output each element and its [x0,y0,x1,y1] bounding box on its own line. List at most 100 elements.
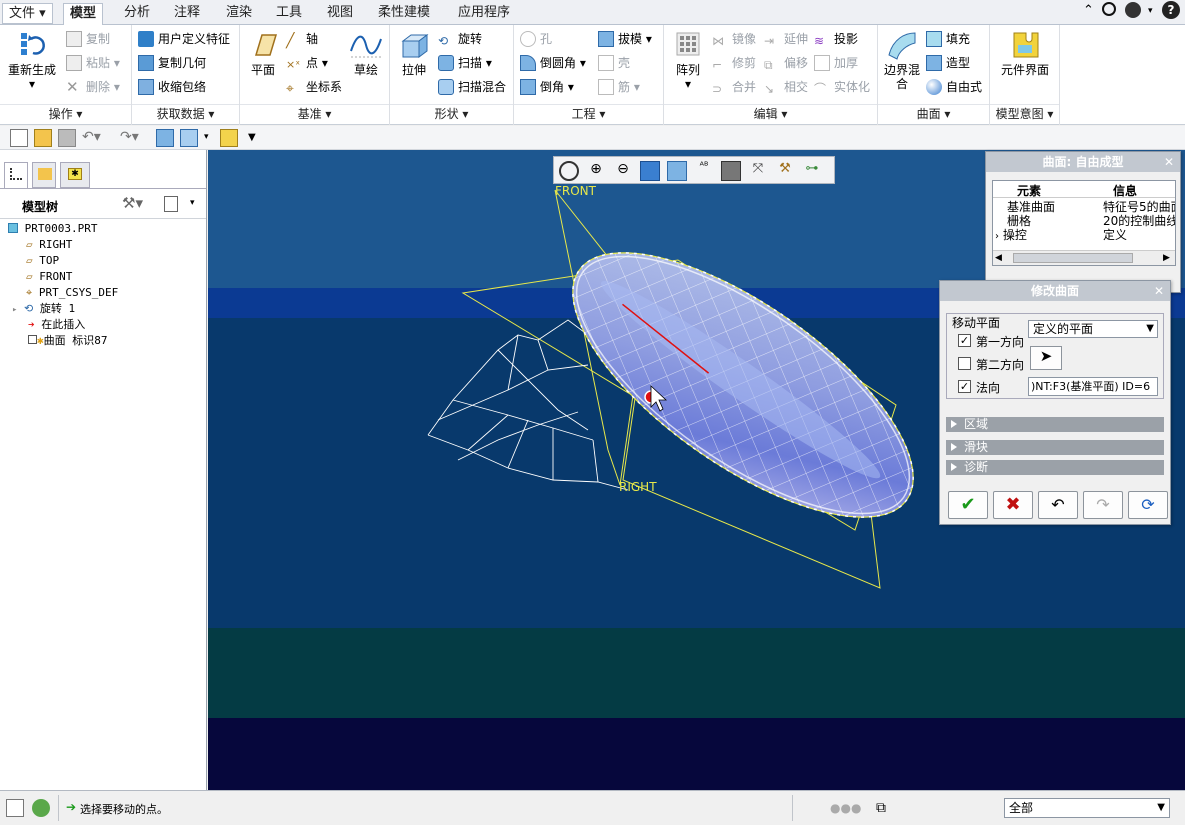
zoom-in-icon[interactable]: ⊕ [586,161,606,181]
refresh-button[interactable]: ⟳ [1128,491,1168,519]
refit-icon[interactable] [559,161,579,181]
component-interface-button[interactable]: 元件界面 [1000,29,1050,77]
group-label-datum[interactable]: 基准 ▾ [240,104,389,122]
customize-qat-icon[interactable]: ▼ [248,132,266,150]
tree-item-revolve[interactable]: ▸ ⟲ 旋转 1 [12,301,75,317]
redo-button[interactable]: ↷ [1083,491,1123,519]
close-icon[interactable]: ✕ [1164,152,1174,172]
axis-button[interactable]: ╱ 轴 [286,29,318,49]
pattern-button[interactable]: 阵列 ▾ [668,29,708,91]
normal-checkbox[interactable]: ✓ [958,380,971,393]
shell-button[interactable]: 壳 [598,53,630,73]
tree-settings-icon[interactable]: ⚒▾ [122,194,144,214]
tree-filters-icon[interactable] [164,196,178,212]
redo-icon[interactable]: ↷▾ [120,129,139,147]
group-label-surfaces[interactable]: 曲面 ▾ [878,104,989,122]
regenerate-button[interactable]: 重新生成 ▾ [6,29,58,91]
normal-reference-field[interactable]: )NT:F3(基准平面) ID=6 [1028,377,1158,396]
selection-filter-select[interactable]: 全部 ▼ [1004,798,1170,818]
model-tree-tab[interactable] [4,162,28,188]
boundary-blend-button[interactable]: 边界混合 [882,29,922,91]
tab-model[interactable]: 模型 [63,3,104,25]
hole-button[interactable]: 孔 [520,29,552,49]
sketch-button[interactable]: 草绘 [346,29,386,77]
ok-button[interactable]: ✔ [948,491,988,519]
section-diagnostics[interactable]: 诊断 [946,460,1164,475]
paste-button[interactable]: 粘贴 ▾ [66,53,120,73]
tab-applications[interactable]: 应用程序 [452,3,516,25]
tab-annotate[interactable]: 注释 [168,3,206,25]
merge-button[interactable]: ⊃ 合并 [712,77,756,97]
swept-blend-button[interactable]: 扫描混合 [438,77,506,97]
group-label-get-data[interactable]: 获取数据 ▾ [132,104,239,122]
udf-button[interactable]: 用户定义特征 [138,29,230,49]
thicken-button[interactable]: 加厚 [814,53,858,73]
datum-display-icon[interactable]: ⤧ [748,161,768,181]
display-style-icon[interactable] [667,161,687,181]
offset-button[interactable]: ⧉ 偏移 [764,53,808,73]
freestyle-button[interactable]: 自由式 [926,77,982,97]
mirror-button[interactable]: ⋈ 镜像 [712,29,756,49]
section-region[interactable]: 区域 [946,417,1164,432]
tree-item-front[interactable]: ▱ FRONT [26,269,72,285]
delete-button[interactable]: ✕ 删除 ▾ [66,77,120,97]
find-icon[interactable]: ⧉ [876,800,886,816]
cancel-button[interactable]: ✖ [993,491,1033,519]
repaint-icon[interactable] [640,161,660,181]
tab-file[interactable]: 文件 ▾ [2,3,53,24]
dir1-checkbox[interactable]: ✓ [958,334,971,347]
section-slider[interactable]: 滑块 [946,440,1164,455]
folder-browser-tab[interactable] [32,162,56,188]
collapse-icon[interactable]: ⌃ [1083,3,1094,18]
windows-icon[interactable] [180,129,198,147]
element-row[interactable]: › 操控 [995,226,1027,243]
tree-item-part[interactable]: PRT0003.PRT [8,221,97,237]
tree-item-insert-here[interactable]: ➔ 在此插入 [28,317,85,333]
close-window-icon[interactable] [220,129,238,147]
undo-icon[interactable]: ↶▾ [82,129,101,147]
csys-button[interactable]: ⌖ 坐标系 [286,77,342,97]
tree-filters-dropdown-icon[interactable]: ▾ [190,198,195,208]
select-reference-button[interactable]: ➤ [1030,346,1062,370]
expand-icon[interactable]: ▸ [12,305,17,315]
annotation-display-icon[interactable]: ⚒ [775,161,795,181]
group-label-editing[interactable]: 编辑 ▾ [664,104,877,122]
intersect-button[interactable]: ↘ 相交 [764,77,808,97]
community-icon[interactable] [1125,2,1141,18]
undo-button[interactable]: ↶ [1038,491,1078,519]
plane-button[interactable]: 平面 [244,29,282,77]
view-manager-icon[interactable] [721,161,741,181]
tree-item-right[interactable]: ▱ RIGHT [26,237,72,253]
dropdown-arrow-icon[interactable]: ▾ [1148,6,1153,16]
point-button[interactable]: ×ˣ 点 ▾ [286,53,328,73]
extend-button[interactable]: ⇥ 延伸 [764,29,808,49]
tree-item-surface[interactable]: ✱曲面 标识87 [28,333,108,349]
shrinkwrap-button[interactable]: 收缩包络 [138,77,206,97]
trim-button[interactable]: ⌐ 修剪 [712,53,756,73]
tab-render[interactable]: 渲染 [220,3,258,25]
new-icon[interactable] [10,129,28,147]
copy-geometry-button[interactable]: 复制几何 [138,53,206,73]
project-button[interactable]: ≋ 投影 [814,29,858,49]
freeform-surface[interactable] [533,205,952,565]
group-label-engineering[interactable]: 工程 ▾ [514,104,663,122]
horizontal-scrollbar[interactable]: ◀ ▶ [993,250,1175,265]
round-button[interactable]: 倒圆角 ▾ [520,53,586,73]
fill-button[interactable]: 填充 [926,29,970,49]
show-navigator-icon[interactable] [6,799,24,817]
zoom-out-icon[interactable]: ⊖ [613,161,633,181]
revolve-button[interactable]: ⟲ 旋转 [438,29,482,49]
save-icon[interactable] [58,129,76,147]
saved-orientations-icon[interactable]: ᴬᴮ [694,161,714,181]
tree-item-csys[interactable]: ⌖ PRT_CSYS_DEF [26,285,118,301]
tab-tools[interactable]: 工具 [270,3,308,25]
group-label-model-intent[interactable]: 模型意图 ▾ [990,104,1059,122]
close-icon[interactable]: ✕ [1154,281,1164,301]
favorites-tab[interactable]: ✱ [60,162,90,188]
search-icon[interactable] [1102,2,1116,16]
help-icon[interactable]: ? [1162,1,1180,19]
tab-analysis[interactable]: 分析 [118,3,156,25]
open-icon[interactable] [34,129,52,147]
sweep-button[interactable]: 扫描 ▾ [438,53,492,73]
rib-button[interactable]: 筋 ▾ [598,77,640,97]
